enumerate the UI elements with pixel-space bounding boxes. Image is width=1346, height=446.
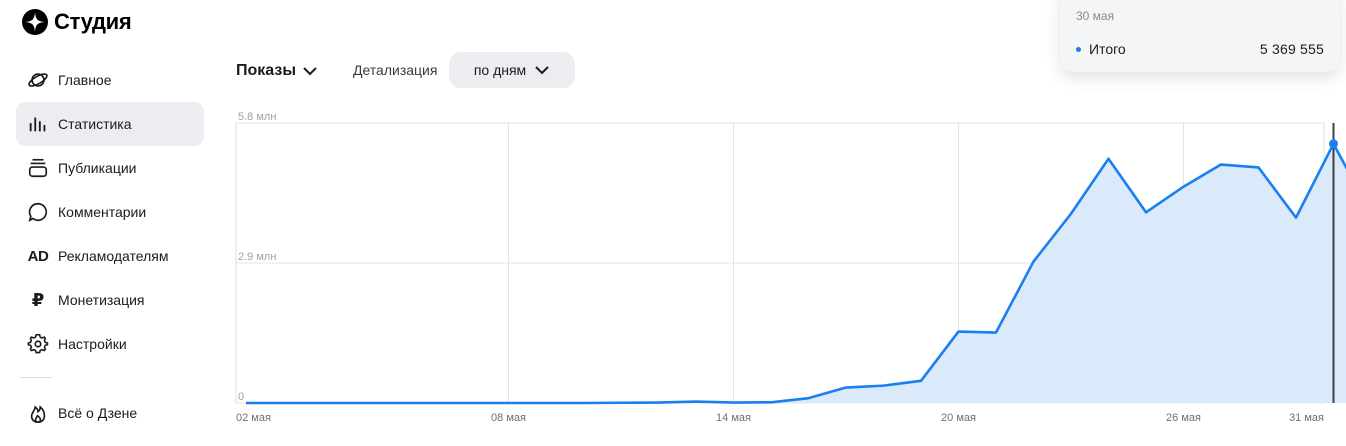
series-dot-icon [1076,46,1081,52]
y-tick-label: 2.9 млн [238,251,276,263]
x-tick-label: 26 мая [1166,412,1201,424]
x-tick-label: 08 мая [491,412,526,424]
tooltip-series-name: Итого [1089,41,1126,57]
tooltip-date: 30 мая [1076,9,1115,23]
x-tick-label: 02 мая [236,412,271,424]
highlight-point [1329,139,1338,149]
series-area [246,143,1346,403]
x-tick-label: 31 мая [1289,412,1324,424]
y-tick-label: 0 [238,391,244,403]
x-tick-label: 20 мая [941,412,976,424]
x-tick-label: 14 мая [716,412,751,424]
chart-tooltip: 30 мая Итого 5 369 555 [1060,0,1340,72]
y-tick-label: 5.8 млн [238,111,276,123]
tooltip-row: Итого 5 369 555 [1076,41,1324,57]
tooltip-value: 5 369 555 [1259,41,1324,57]
